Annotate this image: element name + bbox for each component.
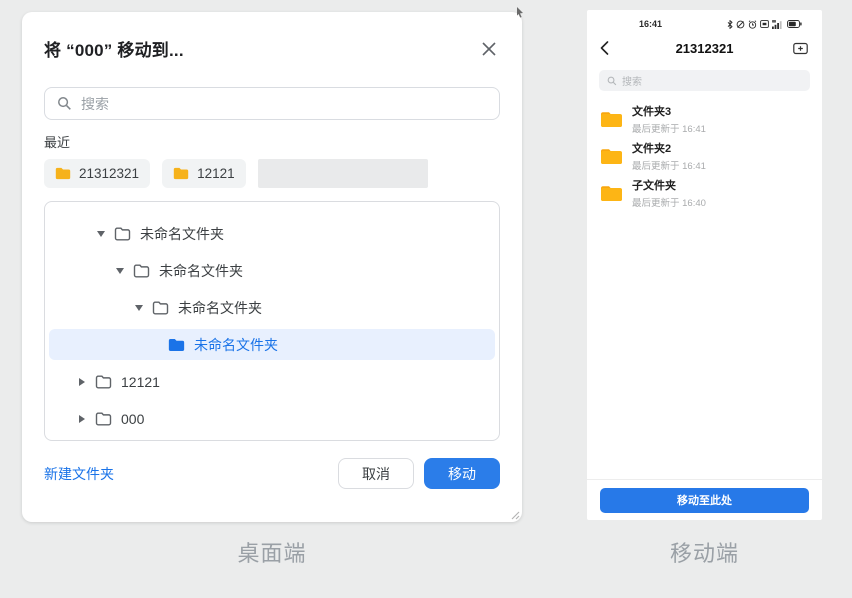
folder-icon <box>600 110 623 128</box>
search-placeholder: 搜索 <box>81 94 109 114</box>
search-input[interactable]: 搜索 <box>44 87 500 120</box>
alarm-icon <box>748 20 757 29</box>
folder-icon <box>600 147 623 165</box>
recent-chips: 21312321 12121 <box>44 159 500 188</box>
tree-row[interactable]: 000 <box>45 400 499 437</box>
mobile-screen: 16:41 <box>587 10 822 520</box>
bluetooth-icon <box>727 20 733 29</box>
mobile-caption: 移动端 <box>587 536 822 568</box>
list-item[interactable]: 子文件夹 最后更新于 16:40 <box>587 174 822 211</box>
recent-chip[interactable]: 21312321 <box>44 159 150 188</box>
desktop-caption: 桌面端 <box>22 536 522 568</box>
mobile-file-list: 文件夹3 最后更新于 16:41 文件夹2 最后更新于 16:41 <box>587 100 822 479</box>
expand-arrow-icon[interactable] <box>75 412 89 426</box>
dialog-footer: 新建文件夹 取消 移动 <box>44 458 500 489</box>
mouse-cursor <box>515 6 525 18</box>
file-name: 子文件夹 <box>632 177 706 193</box>
collapse-arrow-icon[interactable] <box>113 264 127 278</box>
folder-outline-icon <box>133 264 150 278</box>
mobile-navbar: 21312321 <box>587 32 822 64</box>
cancel-button[interactable]: 取消 <box>338 458 414 489</box>
expand-arrow-icon[interactable] <box>75 375 89 389</box>
folder-outline-icon <box>95 375 112 389</box>
folder-icon <box>600 184 623 202</box>
mobile-title: 21312321 <box>618 41 791 56</box>
file-meta: 最后更新于 16:41 <box>632 121 706 135</box>
new-folder-link[interactable]: 新建文件夹 <box>44 464 114 484</box>
folder-outline-icon <box>114 227 131 241</box>
collapse-arrow-icon[interactable] <box>94 227 108 241</box>
mobile-search-input[interactable]: 搜索 <box>599 70 810 91</box>
file-meta: 最后更新于 16:41 <box>632 158 706 172</box>
signal-icon <box>772 20 784 29</box>
list-item[interactable]: 文件夹2 最后更新于 16:41 <box>587 137 822 174</box>
folder-tree: 未命名文件夹 未命名文件夹 未命名文件夹 未命名文件夹 <box>44 201 500 441</box>
bottom-bar: 移动至此处 <box>587 480 822 520</box>
dialog-title: 将 “000” 移动到... <box>44 36 184 61</box>
folder-outline-icon <box>152 301 169 315</box>
file-meta: 最后更新于 16:40 <box>632 195 706 209</box>
file-name: 文件夹3 <box>632 103 706 119</box>
sim-icon <box>760 20 769 28</box>
tree-row-selected[interactable]: 未命名文件夹 <box>49 329 495 360</box>
search-icon <box>607 76 617 86</box>
tree-row[interactable]: 未命名文件夹 <box>45 252 499 289</box>
file-name: 文件夹2 <box>632 140 706 156</box>
status-icons <box>727 20 802 29</box>
back-icon[interactable] <box>600 39 618 57</box>
list-item[interactable]: 文件夹3 最后更新于 16:41 <box>587 100 822 137</box>
move-button[interactable]: 移动 <box>424 458 500 489</box>
move-dialog: 将 “000” 移动到... 搜索 最近 21312321 12121 <box>22 12 522 522</box>
battery-icon <box>787 20 802 28</box>
dialog-header: 将 “000” 移动到... <box>44 36 500 61</box>
collapse-arrow-icon[interactable] <box>132 301 146 315</box>
status-time: 16:41 <box>639 19 662 29</box>
recent-chip-placeholder <box>258 159 428 188</box>
folder-icon <box>55 167 71 180</box>
close-icon[interactable] <box>478 38 500 60</box>
folder-icon <box>173 167 189 180</box>
recent-chip[interactable]: 12121 <box>162 159 246 188</box>
search-icon <box>57 96 72 111</box>
status-bar: 16:41 <box>587 10 822 32</box>
recent-label: 最近 <box>44 132 500 151</box>
move-here-button[interactable]: 移动至此处 <box>600 488 809 513</box>
folder-filled-icon <box>168 338 185 352</box>
resize-grip-icon[interactable] <box>511 511 520 520</box>
tree-row[interactable]: 12121 <box>45 363 499 400</box>
tree-row[interactable]: 未命名文件夹 <box>45 289 499 326</box>
new-folder-icon[interactable] <box>791 39 809 57</box>
tree-row[interactable]: 未命名文件夹 <box>45 215 499 252</box>
mute-icon <box>736 20 745 29</box>
folder-outline-icon <box>95 412 112 426</box>
mobile-search-placeholder: 搜索 <box>622 73 642 88</box>
